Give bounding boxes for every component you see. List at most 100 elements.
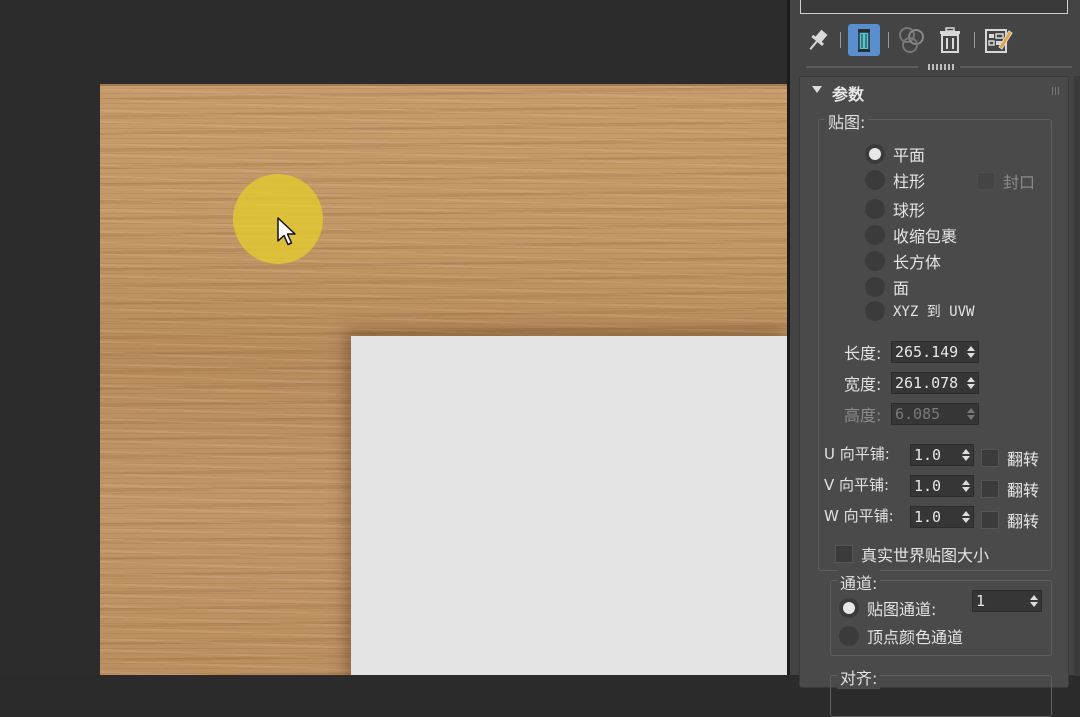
mapping-option-face[interactable]: 面 xyxy=(865,275,909,299)
radio-vertex-color-channel[interactable] xyxy=(839,626,859,646)
cap-checkbox-row[interactable]: 封口 xyxy=(977,169,1035,193)
mapping-option-label: 柱形 xyxy=(893,172,926,191)
vertex-color-channel-label: 顶点颜色通道 xyxy=(867,628,964,647)
pin-icon xyxy=(809,29,828,50)
cap-checkbox[interactable] xyxy=(977,172,995,190)
toolbar-separator xyxy=(888,32,889,48)
modifier-stack-list[interactable] xyxy=(800,0,1068,14)
make-unique-button[interactable] xyxy=(896,24,928,56)
plane-top-edge xyxy=(100,84,787,86)
radio-cylindrical[interactable] xyxy=(865,170,885,190)
map-channel-label: 贴图通道: xyxy=(867,600,937,619)
rollout-grip-icon[interactable] xyxy=(1052,87,1060,95)
height-value[interactable]: 6.085 xyxy=(892,405,964,423)
alignment-group: 对齐: xyxy=(830,665,1052,717)
v-tile-spinner[interactable]: 1.0 xyxy=(910,475,974,497)
length-label: 长度: xyxy=(844,344,882,363)
mapping-option-xyz-to-uvw[interactable]: XYZ 到 UVW xyxy=(865,301,974,321)
mapping-group: 贴图: 平面 柱形 封口 球形 收缩包裹 长方体 面 XYZ 到 UVW 长度:… xyxy=(818,109,1052,571)
v-flip-row[interactable]: 翻转 xyxy=(981,477,1039,501)
mapping-option-label: 球形 xyxy=(893,201,926,220)
v-tile-value[interactable]: 1.0 xyxy=(911,477,959,495)
mapping-option-planar[interactable]: 平面 xyxy=(865,142,925,166)
spinner-arrows-icon[interactable] xyxy=(959,480,973,492)
spinner-arrows-icon[interactable] xyxy=(964,346,978,358)
radio-face[interactable] xyxy=(865,277,885,297)
w-tile-spinner[interactable]: 1.0 xyxy=(910,506,974,528)
flip-label: 翻转 xyxy=(1007,450,1040,469)
height-label: 高度: xyxy=(844,406,882,425)
mapping-option-box[interactable]: 长方体 xyxy=(865,249,941,273)
radio-xyz-to-uvw[interactable] xyxy=(865,301,885,321)
trash-icon xyxy=(940,27,960,53)
inner-white-surface[interactable] xyxy=(351,336,787,675)
u-tile-value[interactable]: 1.0 xyxy=(911,446,959,464)
mapping-option-label: 平面 xyxy=(893,146,926,165)
toolbar-separator xyxy=(974,32,975,48)
mouse-cursor-icon xyxy=(277,217,296,246)
configure-modifier-sets-button[interactable] xyxy=(982,24,1014,56)
uvw-modifier-icon xyxy=(858,29,870,52)
panel-resize-grip[interactable] xyxy=(928,64,954,70)
real-world-map-size-row[interactable]: 真实世界贴图大小 xyxy=(835,542,989,566)
channel-group: 通道: 贴图通道: 1 顶点颜色通道 xyxy=(830,570,1052,656)
spinner-arrows-icon[interactable] xyxy=(959,449,973,461)
map-channel-value[interactable]: 1 xyxy=(973,592,1027,610)
mapping-option-shrink-wrap[interactable]: 收缩包裹 xyxy=(865,223,957,247)
height-spinner[interactable]: 6.085 xyxy=(891,403,979,425)
radio-map-channel[interactable] xyxy=(839,598,859,618)
v-tile-label: V 向平铺: xyxy=(824,476,890,494)
flip-label: 翻转 xyxy=(1007,512,1040,531)
length-spinner[interactable]: 265.149 xyxy=(891,341,979,363)
length-value[interactable]: 265.149 xyxy=(892,343,964,361)
real-world-map-size-checkbox[interactable] xyxy=(835,545,853,563)
cap-label: 封口 xyxy=(1003,173,1036,192)
radio-planar[interactable] xyxy=(865,144,885,164)
mapping-option-spherical[interactable]: 球形 xyxy=(865,197,925,221)
width-spinner[interactable]: 261.078 xyxy=(891,372,979,394)
spinner-arrows-icon[interactable] xyxy=(959,511,973,523)
toolbar-separator xyxy=(840,32,841,48)
pin-stack-button[interactable] xyxy=(802,24,834,56)
u-flip-row[interactable]: 翻转 xyxy=(981,446,1039,470)
w-tile-label: W 向平铺: xyxy=(824,507,894,525)
flip-label: 翻转 xyxy=(1007,481,1040,500)
radio-box[interactable] xyxy=(865,251,885,271)
mapping-group-title: 贴图: xyxy=(825,109,869,133)
width-value[interactable]: 261.078 xyxy=(892,374,964,392)
vertex-color-channel-row[interactable]: 顶点颜色通道 xyxy=(839,624,963,648)
channel-group-title: 通道: xyxy=(837,570,881,594)
command-panel: 参数 贴图: 平面 柱形 封口 球形 收缩包裹 长方体 面 XYZ 到 UVW … xyxy=(787,0,1080,717)
w-tile-value[interactable]: 1.0 xyxy=(911,508,959,526)
u-tile-label: U 向平铺: xyxy=(824,445,890,463)
mapping-option-label: XYZ 到 UVW xyxy=(893,304,975,320)
radio-shrink-wrap[interactable] xyxy=(865,225,885,245)
make-unique-icon xyxy=(899,27,924,53)
modifier-stack-toolbar xyxy=(790,20,1080,60)
mapping-option-label: 面 xyxy=(893,279,910,298)
panel-divider xyxy=(960,66,1072,68)
remove-modifier-button[interactable] xyxy=(934,24,966,56)
map-channel-spinner[interactable]: 1 xyxy=(972,590,1042,612)
viewport[interactable] xyxy=(0,0,787,675)
u-flip-checkbox[interactable] xyxy=(981,449,999,467)
u-tile-spinner[interactable]: 1.0 xyxy=(910,444,974,466)
mapping-option-cylindrical[interactable]: 柱形 xyxy=(865,168,925,192)
panel-scrollbar[interactable] xyxy=(1074,76,1080,676)
v-flip-checkbox[interactable] xyxy=(981,480,999,498)
width-label: 宽度: xyxy=(844,375,882,394)
w-flip-checkbox[interactable] xyxy=(981,511,999,529)
w-flip-row[interactable]: 翻转 xyxy=(981,508,1039,532)
show-end-result-button[interactable] xyxy=(848,24,880,56)
mapping-option-label: 收缩包裹 xyxy=(893,227,958,246)
parameters-rollout: 参数 贴图: 平面 柱形 封口 球形 收缩包裹 长方体 面 XYZ 到 UVW … xyxy=(799,76,1069,717)
rollout-title[interactable]: 参数 xyxy=(832,81,864,105)
spinner-arrows-icon[interactable] xyxy=(964,408,978,420)
spinner-arrows-icon[interactable] xyxy=(964,377,978,389)
map-channel-row[interactable]: 贴图通道: xyxy=(839,596,936,620)
collapse-arrow-icon[interactable] xyxy=(812,86,822,93)
radio-spherical[interactable] xyxy=(865,199,885,219)
alignment-group-title: 对齐: xyxy=(837,665,881,689)
mapping-option-label: 长方体 xyxy=(893,253,942,272)
spinner-arrows-icon[interactable] xyxy=(1027,595,1041,607)
